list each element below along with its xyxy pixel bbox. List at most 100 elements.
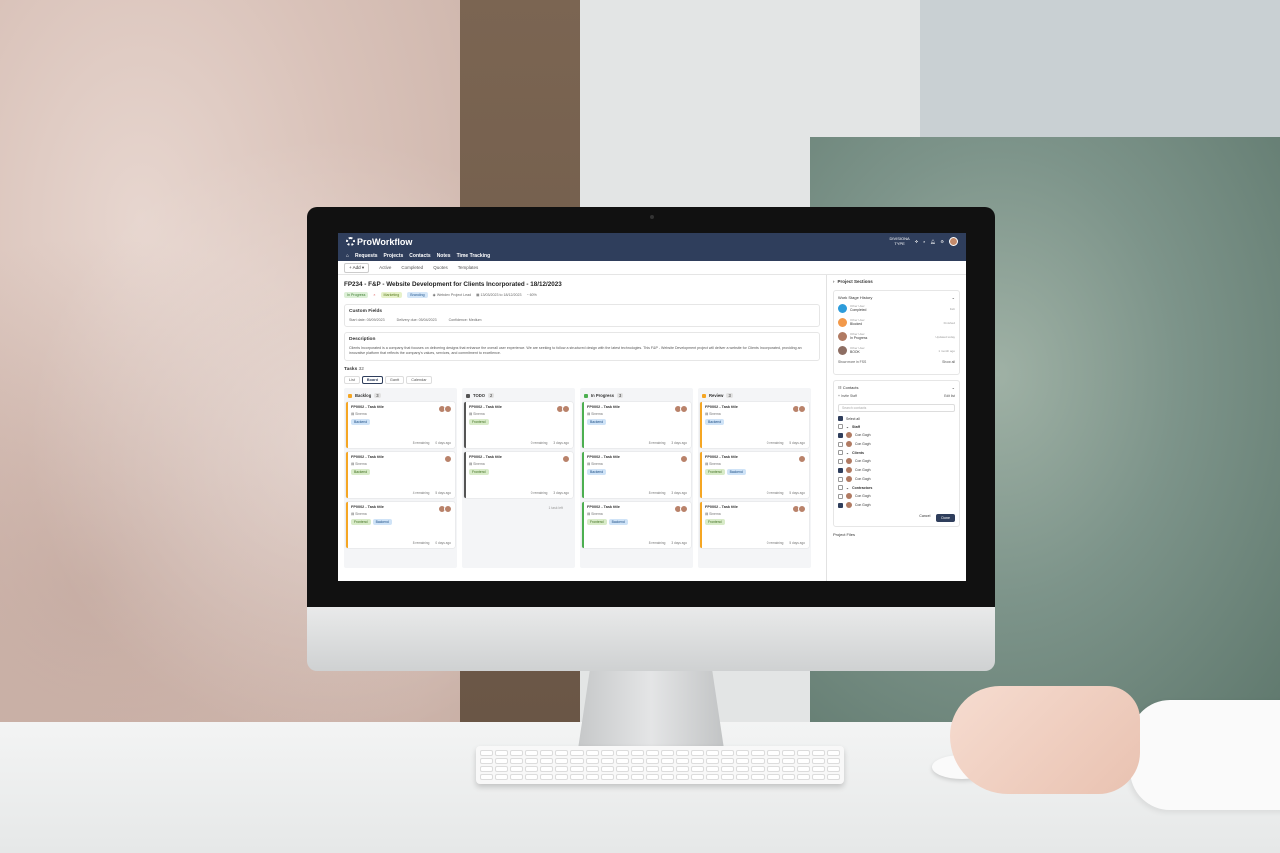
show-more-link[interactable]: Show more in FSS [838,360,866,364]
task-card[interactable]: FP0002 - Task title ▤ Sinema Frontend Backe… [700,452,809,499]
cancel-button[interactable]: Cancel [919,514,930,522]
avatar[interactable] [680,405,688,414]
task-title[interactable]: FP0002 - Task title [469,455,570,459]
contact-group-header[interactable]: ⌄ Contractors [838,485,955,490]
task-card[interactable]: FP0002 - Task title ▤ Sinema Frontend Backe… [346,502,455,549]
subnav-quotes[interactable]: Quotes [433,265,448,270]
nav-notes[interactable]: Notes [437,253,451,259]
task-card[interactable]: FP0002 - Task title ▤ Sinema Backend 8 rema… [346,402,455,449]
task-tag[interactable]: Backend [372,519,392,526]
task-tag[interactable]: Backend [587,469,607,476]
task-card[interactable]: FP0002 - Task title ▤ Sinema Backend 0 rema… [700,402,809,449]
stage-item[interactable]: Other User In Progress Updated today [838,332,955,341]
tab-gantt[interactable]: Gantt [384,376,405,385]
select-all-row[interactable]: Select all [838,416,955,421]
subnav-completed[interactable]: Completed [401,265,423,270]
task-tag[interactable]: Backend [351,469,371,476]
avatar[interactable] [798,405,806,414]
stage-item[interactable]: Other User BOOK 1 month ago [838,346,955,355]
invite-staff-button[interactable]: + Invite Staff [838,394,857,398]
task-title[interactable]: FP0002 - Task title [587,405,688,409]
project-files-section[interactable]: Project Files [833,532,960,537]
chevron-down-icon[interactable]: ⌄ [846,486,849,490]
group-checkbox[interactable] [838,450,843,455]
contacts-search-input[interactable]: Search contacts [838,404,955,412]
close-icon[interactable]: × [373,293,375,297]
home-icon[interactable]: ⌂ [346,253,349,259]
avatar[interactable] [444,455,452,464]
contact-group-header[interactable]: ⌄ Staff [838,424,955,429]
task-tag[interactable]: Frontend [705,519,725,526]
organization-switcher[interactable]: DIVISIONA TYPE [889,236,909,246]
task-card[interactable]: FP0002 - Task title ▤ Sinema Frontend Backe… [582,502,691,549]
task-title[interactable]: FP0002 - Task title [351,405,452,409]
contact-checkbox[interactable] [838,441,843,447]
edit-list-button[interactable]: Edit list [944,394,955,398]
task-tag[interactable]: Backend [726,469,746,476]
task-card[interactable]: FP0002 - Task title ▤ Sinema Backend 8 rema… [582,402,691,449]
show-all-link[interactable]: Show all [942,360,955,364]
add-button[interactable]: + Add ▾ [344,262,370,273]
stage-item[interactable]: Other User Completed Feb [838,304,955,313]
avatar[interactable] [680,505,688,514]
contact-group-header[interactable]: ⌄ Clients [838,450,955,455]
task-title[interactable]: FP0002 - Task title [469,405,570,409]
task-card[interactable]: FP0002 - Task title ▤ Sinema Frontend 0 rem… [700,502,809,549]
chevron-down-icon[interactable]: ⌄ [952,295,955,300]
contact-checkbox[interactable] [838,458,843,464]
chevron-down-icon[interactable]: ⌄ [846,425,849,429]
contact-checkbox[interactable] [838,432,843,438]
nav-contacts[interactable]: Contacts [409,253,430,259]
tab-board[interactable]: Board [361,376,383,385]
search-icon[interactable]: ⌕ [923,239,925,244]
contact-row[interactable]: Con Gogh [838,458,955,464]
tab-calendar[interactable]: Calendar [406,376,432,385]
contact-row[interactable]: Con Gogh [838,441,955,447]
subnav-active[interactable]: Active [379,265,391,270]
select-all-checkbox[interactable] [838,416,843,421]
contact-row[interactable]: Con Gogh [838,493,955,499]
avatar[interactable] [444,405,452,414]
task-card[interactable]: FP0002 - Task title ▤ Sinema Frontend 0 rem… [464,402,573,449]
task-title[interactable]: FP0002 - Task title [705,405,806,409]
contact-checkbox[interactable] [838,502,843,508]
task-title[interactable]: FP0002 - Task title [351,505,452,509]
manager-field[interactable]: ◉ Webdev Project Lead [433,293,471,297]
task-tag[interactable]: Frontend [469,419,489,426]
stage-item[interactable]: Other User Blocked Finished [838,318,955,327]
task-tag[interactable]: Frontend [469,469,489,476]
task-tag[interactable]: Frontend [705,469,725,476]
avatar[interactable] [680,455,688,464]
nav-projects[interactable]: Projects [384,253,404,259]
chevron-right-icon[interactable]: › [833,279,835,284]
done-button[interactable]: Done [936,514,955,522]
task-tag[interactable]: Frontend [351,519,371,526]
contact-row[interactable]: Con Gogh [838,467,955,473]
gear-icon[interactable]: ⚙ [940,239,944,244]
contact-row[interactable]: Con Gogh [838,502,955,508]
avatar[interactable] [798,455,806,464]
contact-row[interactable]: Con Gogh [838,476,955,482]
task-card[interactable]: FP0002 - Task title ▤ Sinema Frontend 0 rem… [464,452,573,499]
task-card[interactable]: FP0002 - Task title ▤ Sinema Backend 4 rema… [346,452,455,499]
group-checkbox[interactable] [838,485,843,490]
avatar[interactable] [562,405,570,414]
avatar[interactable] [798,505,806,514]
task-title[interactable]: FP0002 - Task title [587,455,688,459]
avatar[interactable] [444,505,452,514]
status-badge[interactable]: In Progress [344,292,369,298]
contact-checkbox[interactable] [838,476,843,482]
field-value[interactable]: Medium [469,318,482,322]
task-title[interactable]: FP0002 - Task title [351,455,452,459]
contact-row[interactable]: Con Gogh [838,432,955,438]
group-checkbox[interactable] [838,424,843,429]
task-tag[interactable]: Backend [351,419,371,426]
task-title[interactable]: FP0002 - Task title [705,455,806,459]
task-tag[interactable]: Frontend [587,519,607,526]
nav-requests[interactable]: Requests [355,253,378,259]
nav-time-tracking[interactable]: Time Tracking [457,253,491,259]
category-tag-2[interactable]: Branding [407,292,428,298]
chevron-down-icon[interactable]: ⌄ [846,451,849,455]
task-tag[interactable]: Backend [587,419,607,426]
task-tag[interactable]: Backend [608,519,628,526]
